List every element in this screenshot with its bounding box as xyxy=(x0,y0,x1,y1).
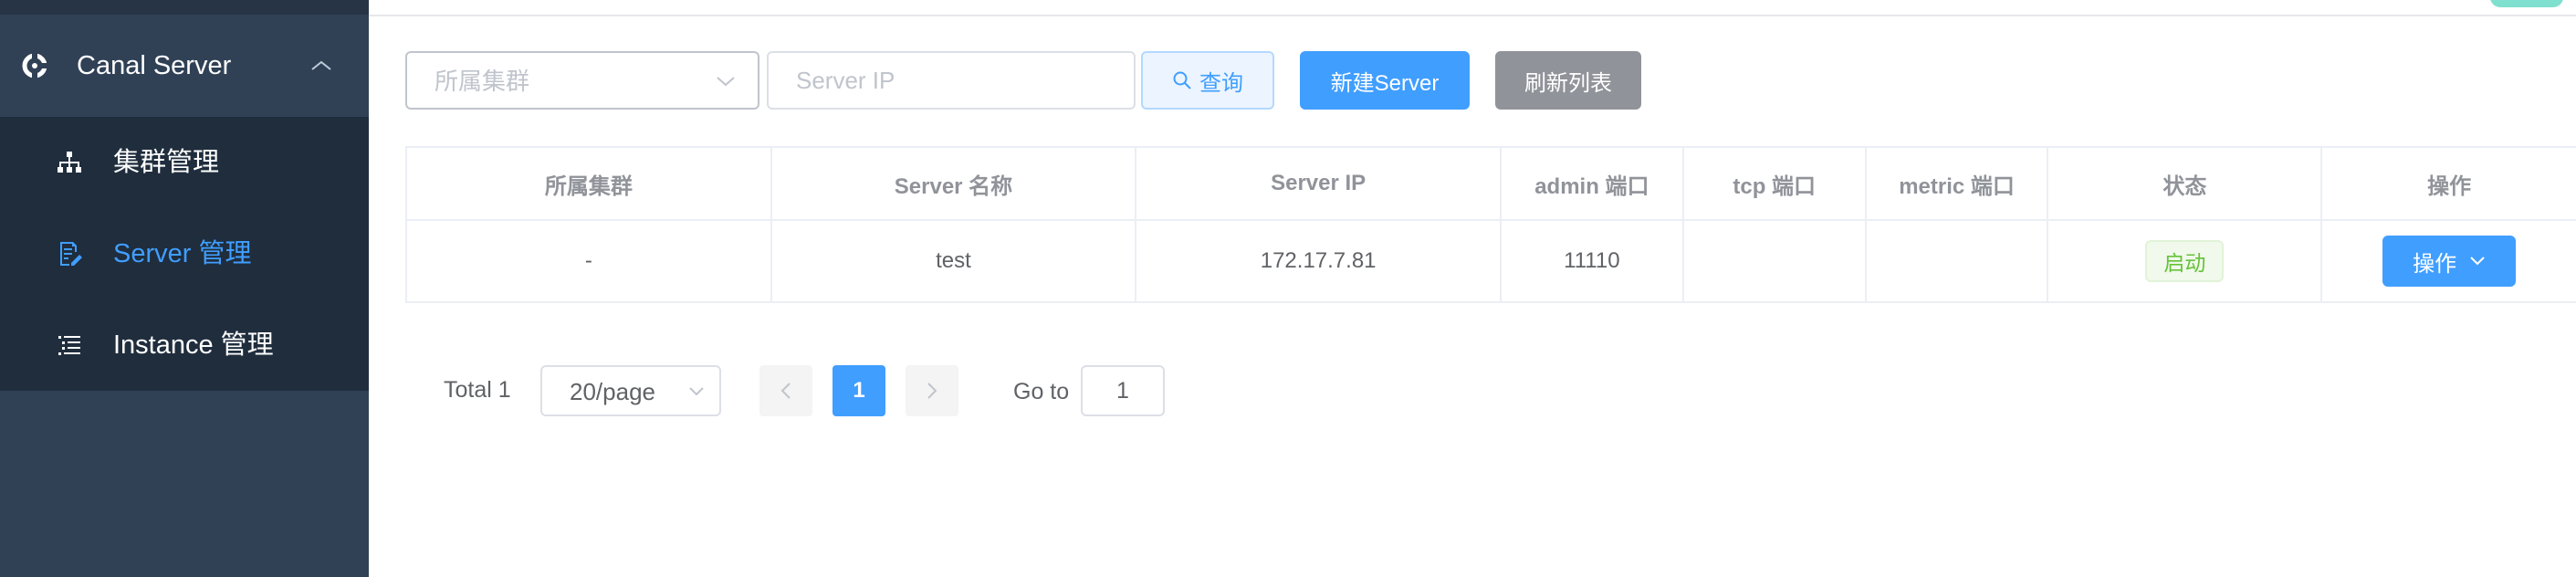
table-header-cell: Server IP xyxy=(1136,148,1502,219)
server-doc-icon xyxy=(60,242,82,266)
pagination-total: Total 1 xyxy=(444,377,511,403)
new-server-button[interactable]: 新建Server xyxy=(1300,51,1470,110)
table-cell-admin-port: 11110 xyxy=(1502,221,1684,301)
table-header-cell: 操作 xyxy=(2427,173,2472,199)
action-button-label: 操作 xyxy=(2413,251,2457,277)
table-cell-ip: 172.17.7.81 xyxy=(1136,221,1502,301)
page-size-value: 20/page xyxy=(570,378,655,405)
sidebar-item-label: 集群管理 xyxy=(113,148,220,177)
chevron-down-icon xyxy=(2470,257,2485,266)
sidebar-top-strip xyxy=(0,0,369,15)
goto-label: Go to xyxy=(1013,379,1070,404)
navbar-divider xyxy=(369,15,2576,16)
table-header-cell: tcp 端口 xyxy=(1684,148,1867,219)
next-page-button[interactable] xyxy=(906,365,958,416)
cluster-tree-icon xyxy=(58,152,81,173)
table-header-row: 所属集群 Server 名称 Server IP admin 端口 tcp 端口… xyxy=(407,148,2576,221)
sidebar-item-cluster[interactable]: 集群管理 xyxy=(0,117,369,208)
chevron-left-icon xyxy=(780,383,791,399)
page-number-current[interactable]: 1 xyxy=(832,365,885,416)
server-ip-input-wrapper xyxy=(767,51,1136,110)
navbar-badge[interactable] xyxy=(2490,0,2563,7)
server-table: 所属集群 Server 名称 Server IP admin 端口 tcp 端口… xyxy=(405,146,2576,303)
chevron-right-icon xyxy=(927,383,937,399)
chevron-down-icon xyxy=(689,387,704,396)
list-icon xyxy=(58,336,80,355)
main-content: 所属集群 查询 新建Server 刷新列表 所属集群 Server 名称 Ser… xyxy=(369,0,2576,577)
sidebar-item-server[interactable]: Server 管理 xyxy=(0,208,369,299)
sidebar-group-label: Canal Server xyxy=(77,51,232,80)
prev-page-button[interactable] xyxy=(759,365,812,416)
query-button[interactable]: 查询 xyxy=(1141,51,1274,110)
goto-input-wrapper xyxy=(1081,365,1165,416)
server-ip-input[interactable] xyxy=(769,53,1134,108)
sidebar-item-label: Server 管理 xyxy=(113,239,252,268)
chevron-up-icon[interactable] xyxy=(309,58,334,73)
table-cell-action: 操作 xyxy=(2322,221,2576,301)
action-dropdown-button[interactable]: 操作 xyxy=(2382,236,2517,287)
table-header-cell: 所属集群 xyxy=(407,148,772,219)
table-header-cell: 状态 xyxy=(2048,148,2323,219)
table-cell-tcp-port xyxy=(1684,221,1867,301)
sidebar-group-canal-server[interactable]: Canal Server xyxy=(0,15,369,117)
new-server-button-label: 新建Server xyxy=(1330,70,1440,96)
table-header-cell: admin 端口 xyxy=(1502,148,1684,219)
status-badge: 启动 xyxy=(2145,240,2225,282)
table-cell-name: test xyxy=(772,221,1137,301)
page-size-select[interactable]: 20/page xyxy=(540,365,721,416)
goto-page-input[interactable] xyxy=(1083,367,1163,414)
cluster-select[interactable]: 所属集群 xyxy=(405,51,759,110)
table-row: - test 172.17.7.81 11110 启动 操作 xyxy=(407,221,2576,301)
table-cell-status: 启动 xyxy=(2048,221,2323,301)
sidebar-submenu: 集群管理 Server 管理 Instance 管理 xyxy=(0,117,369,391)
query-button-label: 查询 xyxy=(1199,70,1243,96)
cluster-select-placeholder: 所属集群 xyxy=(435,68,530,95)
chevron-down-icon xyxy=(717,77,735,87)
sidebar-item-label: Instance 管理 xyxy=(113,330,274,360)
table-cell-cluster: - xyxy=(407,221,772,301)
sidebar: Canal Server 集群管理 Server 管理 Instance 管理 xyxy=(0,0,369,577)
search-icon xyxy=(1173,71,1191,89)
table-header-cell: metric 端口 xyxy=(1867,148,2049,219)
canal-logo-icon xyxy=(22,53,47,79)
sidebar-item-instance[interactable]: Instance 管理 xyxy=(0,299,369,391)
table-cell-metric-port xyxy=(1867,221,2049,301)
refresh-list-button-label: 刷新列表 xyxy=(1524,70,1612,96)
refresh-list-button[interactable]: 刷新列表 xyxy=(1495,51,1641,110)
table-header-cell: Server 名称 xyxy=(772,148,1137,219)
